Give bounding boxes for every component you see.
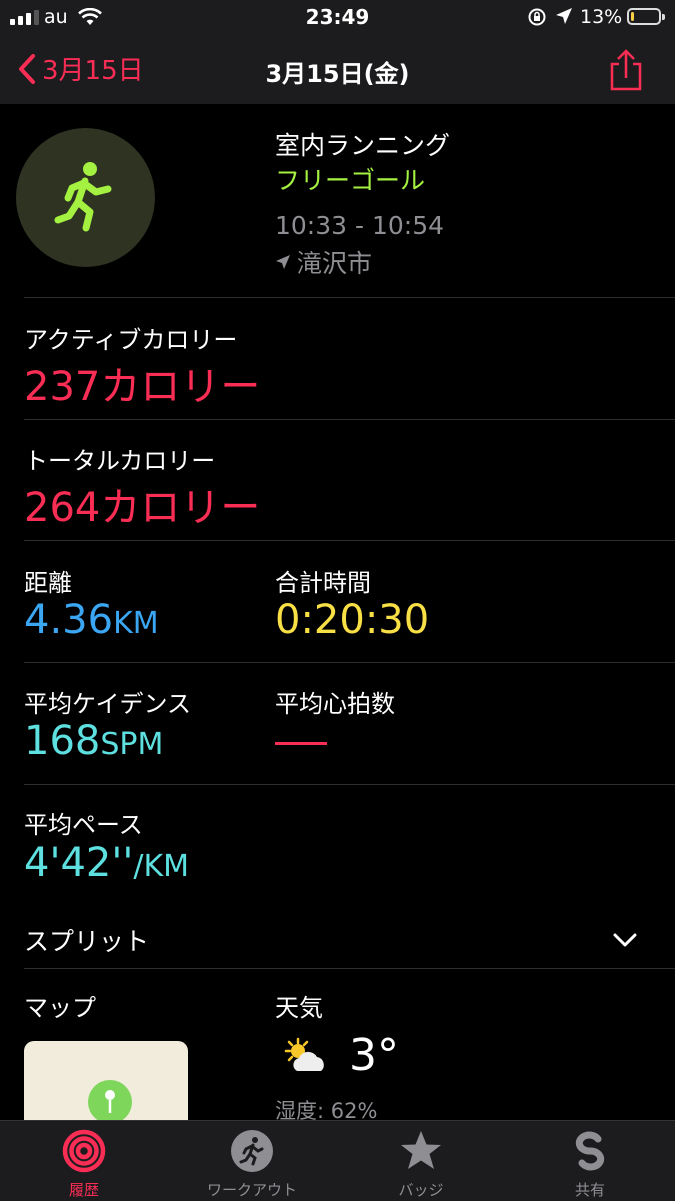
total-time-value: 0:20:30 (275, 597, 430, 643)
rotation-lock-icon (528, 8, 546, 26)
total-calories-label: トータルカロリー (24, 447, 216, 475)
tab-sharing[interactable]: 共有 (506, 1121, 674, 1201)
share-icon (610, 49, 642, 91)
active-calories-label: アクティブカロリー (24, 326, 238, 354)
battery-percentage: 13% (580, 6, 623, 28)
tab-badges-label: バッジ (398, 1181, 444, 1199)
location-arrow-icon (276, 255, 290, 269)
divider (24, 297, 675, 298)
tab-workouts[interactable]: ワークアウト (168, 1121, 336, 1201)
activity-rings-icon (62, 1129, 106, 1173)
battery-level-fill (631, 12, 634, 21)
map-thumbnail[interactable] (24, 1041, 188, 1131)
status-bar: au 23:49 13% (0, 0, 675, 36)
avg-cadence-value: 168SPM (24, 718, 163, 764)
tab-bar: 履歴 ワークアウト バッジ 共有 (0, 1120, 675, 1201)
navigation-bar: 3月15日 3月15日(金) (0, 36, 675, 104)
tab-badges[interactable]: バッジ (337, 1121, 505, 1201)
divider (24, 784, 675, 785)
tab-workouts-label: ワークアウト (206, 1181, 297, 1199)
workout-time-range: 10:33 - 10:54 (275, 211, 445, 240)
avg-pace-label: 平均ペース (24, 811, 143, 839)
location-services-icon (556, 8, 572, 24)
chevron-down-icon (613, 933, 637, 947)
workout-location: 滝沢市 (275, 244, 372, 280)
avg-heart-rate-empty-dash (275, 742, 327, 745)
partly-sunny-icon (284, 1037, 324, 1071)
divider (24, 540, 675, 541)
avg-pace-number: 4'42'' (24, 840, 134, 886)
distance-number: 4.36 (24, 597, 114, 643)
avg-cadence-number: 168 (24, 718, 101, 764)
divider (24, 968, 675, 969)
share-button[interactable] (608, 48, 644, 96)
workout-goal: フリーゴール (275, 166, 426, 195)
weather-label: 天気 (275, 994, 323, 1022)
splits-label: スプリット (24, 927, 150, 956)
battery-icon (627, 8, 665, 25)
active-calories-value: 237カロリー (24, 364, 261, 410)
distance-value: 4.36KM (24, 597, 159, 643)
page-title: 3月15日(金) (265, 60, 410, 88)
avg-cadence-unit: SPM (100, 727, 164, 762)
map-label: マップ (24, 994, 96, 1022)
tab-history-label: 履歴 (68, 1181, 99, 1199)
map-pin-icon (88, 1080, 132, 1124)
sharing-icon (575, 1131, 605, 1171)
tab-history[interactable]: 履歴 (0, 1121, 168, 1201)
avg-heart-rate-label: 平均心拍数 (275, 690, 395, 718)
badge-icon (401, 1131, 441, 1169)
distance-label: 距離 (24, 569, 72, 597)
divider (24, 419, 675, 420)
runner-icon (231, 1130, 273, 1172)
avg-pace-unit: /KM (133, 849, 190, 884)
running-figure-icon (54, 161, 111, 231)
workout-type: 室内ランニング (275, 131, 451, 160)
tab-sharing-label: 共有 (574, 1181, 605, 1199)
workout-type-icon (16, 128, 155, 267)
total-time-label: 合計時間 (275, 569, 371, 597)
status-time: 23:49 (305, 5, 370, 29)
distance-unit: KM (113, 606, 159, 641)
total-calories-value: 264カロリー (24, 485, 261, 531)
workout-location-name: 滝沢市 (297, 249, 373, 278)
divider (24, 662, 675, 663)
avg-cadence-label: 平均ケイデンス (24, 690, 192, 718)
splits-expand-row[interactable]: スプリット (0, 910, 675, 968)
avg-pace-value: 4'42''/KM (24, 840, 189, 886)
weather-temperature: 3° (349, 1030, 399, 1081)
